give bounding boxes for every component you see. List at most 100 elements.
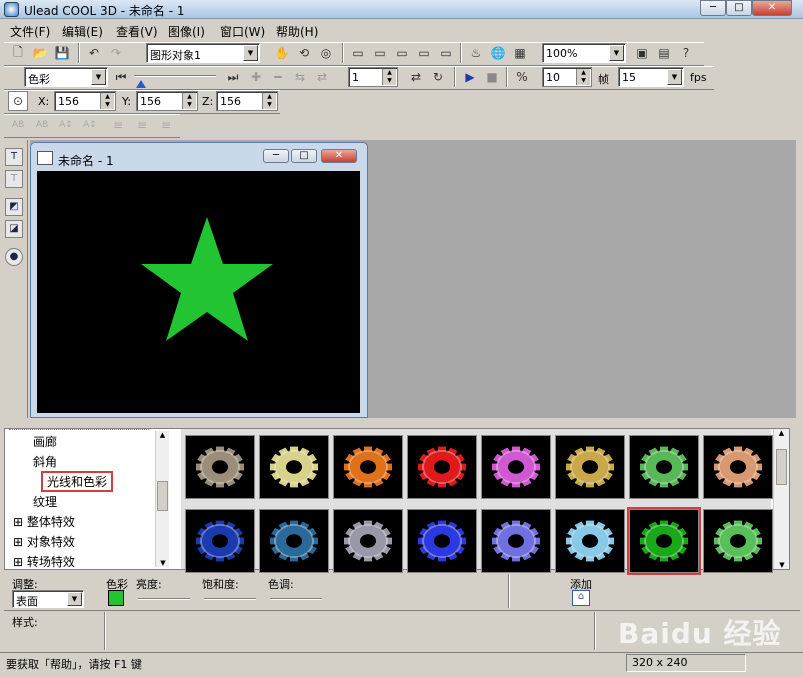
text-spacing-1-icon[interactable]: AB [8, 115, 28, 135]
preset-thumbnail[interactable] [629, 435, 699, 499]
spin-arrows-icon[interactable]: ▲ ▼ [382, 69, 396, 85]
toolbar-toggle-1-icon[interactable]: ▭ [348, 43, 368, 63]
spin-arrows-icon[interactable]: ▲ ▼ [262, 93, 276, 109]
text-spacing-2-icon[interactable]: AB [32, 115, 52, 135]
doc-minimize-button[interactable]: ─ [263, 149, 289, 163]
first-key-icon[interactable]: ⏮ [114, 67, 128, 87]
frame-count-input[interactable]: 10 ▲ ▼ [542, 67, 592, 87]
add-preset-icon[interactable]: ⌂ [572, 590, 590, 606]
preset-thumbnail[interactable] [259, 509, 329, 573]
insert-geometry-icon[interactable]: ● [5, 248, 23, 266]
preset-thumbnail[interactable] [703, 435, 773, 499]
spin-arrows-icon[interactable]: ▲ ▼ [100, 93, 114, 109]
select-object-icon[interactable]: ◎ [316, 43, 336, 63]
preset-thumbnail[interactable] [627, 507, 701, 575]
saturation-slider[interactable] [204, 598, 256, 600]
preset-thumbnail[interactable] [185, 509, 255, 573]
brightness-slider[interactable] [138, 598, 190, 600]
scroll-down-icon[interactable]: ▼ [774, 561, 790, 569]
thumbnail-scrollbar-thumb[interactable] [776, 449, 787, 485]
rotate-object-icon[interactable]: ⟲ [294, 43, 314, 63]
preset-thumbnail[interactable] [703, 509, 773, 573]
preset-thumbnail[interactable] [407, 435, 477, 499]
smooth-key-icon[interactable]: ⇄ [312, 67, 332, 87]
spin-arrows-icon[interactable]: ▲ ▼ [182, 93, 196, 109]
spin-arrows-icon[interactable]: ▲ ▼ [576, 69, 590, 85]
edit-text-icon[interactable]: T [5, 170, 23, 188]
preset-thumbnail[interactable] [481, 435, 551, 499]
menu-window[interactable]: 窗口(W) [220, 23, 265, 40]
preset-thumbnail[interactable] [259, 435, 329, 499]
tree-item-object-effects[interactable]: ⊞ 对象特效 [13, 533, 75, 550]
menu-file[interactable]: 文件(F) [10, 23, 50, 40]
percent-icon[interactable]: % [512, 67, 532, 87]
attribute-select[interactable]: 色彩 ▼ [24, 67, 108, 87]
hand-icon[interactable]: ✋ [272, 43, 292, 63]
toolbar-toggle-3-icon[interactable]: ▭ [392, 43, 412, 63]
reverse-key-icon[interactable]: ⇆ [290, 67, 310, 87]
preset-thumbnail[interactable] [481, 509, 551, 573]
hue-slider[interactable] [270, 598, 322, 600]
menu-help[interactable]: 帮助(H) [276, 23, 318, 40]
text-spacing-3-icon[interactable]: A↕ [56, 115, 76, 135]
globe-icon[interactable]: 🌐 [488, 43, 508, 63]
tree-item-global-effects[interactable]: ⊞ 整体特效 [13, 513, 75, 530]
save-icon[interactable]: 💾 [52, 43, 72, 63]
render-icon[interactable]: ▣ [632, 43, 652, 63]
doc-maximize-button[interactable]: □ [291, 149, 317, 163]
toolbar-toggle-4-icon[interactable]: ▭ [414, 43, 434, 63]
y-input[interactable]: 156 ▲ ▼ [136, 91, 198, 111]
timeline-slider[interactable] [134, 75, 216, 77]
open-icon[interactable]: 📂 [30, 43, 50, 63]
fps-select[interactable]: 15 ▼ [618, 67, 684, 87]
adjust-select[interactable]: 表面 ▼ [12, 590, 84, 608]
tree-item-light-color[interactable]: 光线和色彩 [41, 471, 114, 492]
frame-input[interactable]: 1 ▲ ▼ [348, 67, 398, 87]
play-icon[interactable]: ▶ [460, 67, 480, 87]
star-shape[interactable] [141, 217, 273, 341]
preset-thumbnail[interactable] [555, 435, 625, 499]
preset-thumbnail[interactable] [407, 509, 477, 573]
last-key-icon[interactable]: ⏭ [226, 67, 240, 87]
tree-item-texture[interactable]: 纹理 [33, 493, 57, 510]
minimize-button[interactable]: ─ [700, 0, 726, 16]
doc-close-button[interactable]: ✕ [321, 149, 357, 163]
expand-icon[interactable]: ⊞ [13, 515, 23, 529]
scroll-up-icon[interactable]: ▲ [156, 431, 169, 439]
document-canvas[interactable] [37, 171, 360, 413]
tree-scrollbar[interactable]: ▲ ▼ [155, 431, 169, 567]
preset-thumbnail[interactable] [555, 509, 625, 573]
undo-icon[interactable]: ↶ [84, 43, 104, 63]
tree-scrollbar-thumb[interactable] [157, 481, 168, 511]
toolbar-toggle-5-icon[interactable]: ▭ [436, 43, 456, 63]
scroll-up-icon[interactable]: ▲ [774, 429, 789, 437]
redo-icon[interactable]: ↷ [106, 43, 126, 63]
insert-graphic-icon[interactable]: ◩ [5, 198, 23, 216]
preset-thumbnail[interactable] [333, 435, 403, 499]
menu-view[interactable]: 查看(V) [116, 23, 158, 40]
align-right-icon[interactable]: ≡ [156, 115, 176, 135]
loop-icon[interactable]: ⇄ [406, 67, 426, 87]
timeline-thumb[interactable] [136, 80, 146, 88]
menu-image[interactable]: 图像(I) [168, 23, 205, 40]
thumbnail-scrollbar[interactable]: ▲ ▼ [773, 429, 789, 569]
remove-key-icon[interactable]: ━ [268, 67, 288, 87]
align-center-icon[interactable]: ≡ [132, 115, 152, 135]
expand-icon[interactable]: ⊞ [13, 535, 23, 549]
tree-item-transition-effects[interactable]: ⊞ 转场特效 [13, 553, 75, 570]
object-select[interactable]: 图形对象1 ▼ [146, 43, 260, 63]
tree-item-bevel[interactable]: 斜角 [33, 453, 57, 470]
new-icon[interactable]: 🗋 [8, 43, 28, 63]
stop-icon[interactable]: ■ [482, 67, 502, 87]
chart-icon[interactable]: ▦ [510, 43, 530, 63]
plugin-icon[interactable]: ♨ [466, 43, 486, 63]
export-icon[interactable]: ▤ [654, 43, 674, 63]
expand-icon[interactable]: ⊞ [13, 555, 23, 569]
close-button[interactable]: ✕ [752, 0, 792, 16]
help-pointer-icon[interactable]: ? [676, 43, 696, 63]
x-input[interactable]: 156 ▲ ▼ [54, 91, 116, 111]
preset-thumbnail[interactable] [333, 509, 403, 573]
scroll-down-icon[interactable]: ▼ [156, 559, 170, 567]
position-mode-icon[interactable]: ⊙ [8, 91, 28, 111]
add-key-icon[interactable]: ✚ [246, 67, 266, 87]
